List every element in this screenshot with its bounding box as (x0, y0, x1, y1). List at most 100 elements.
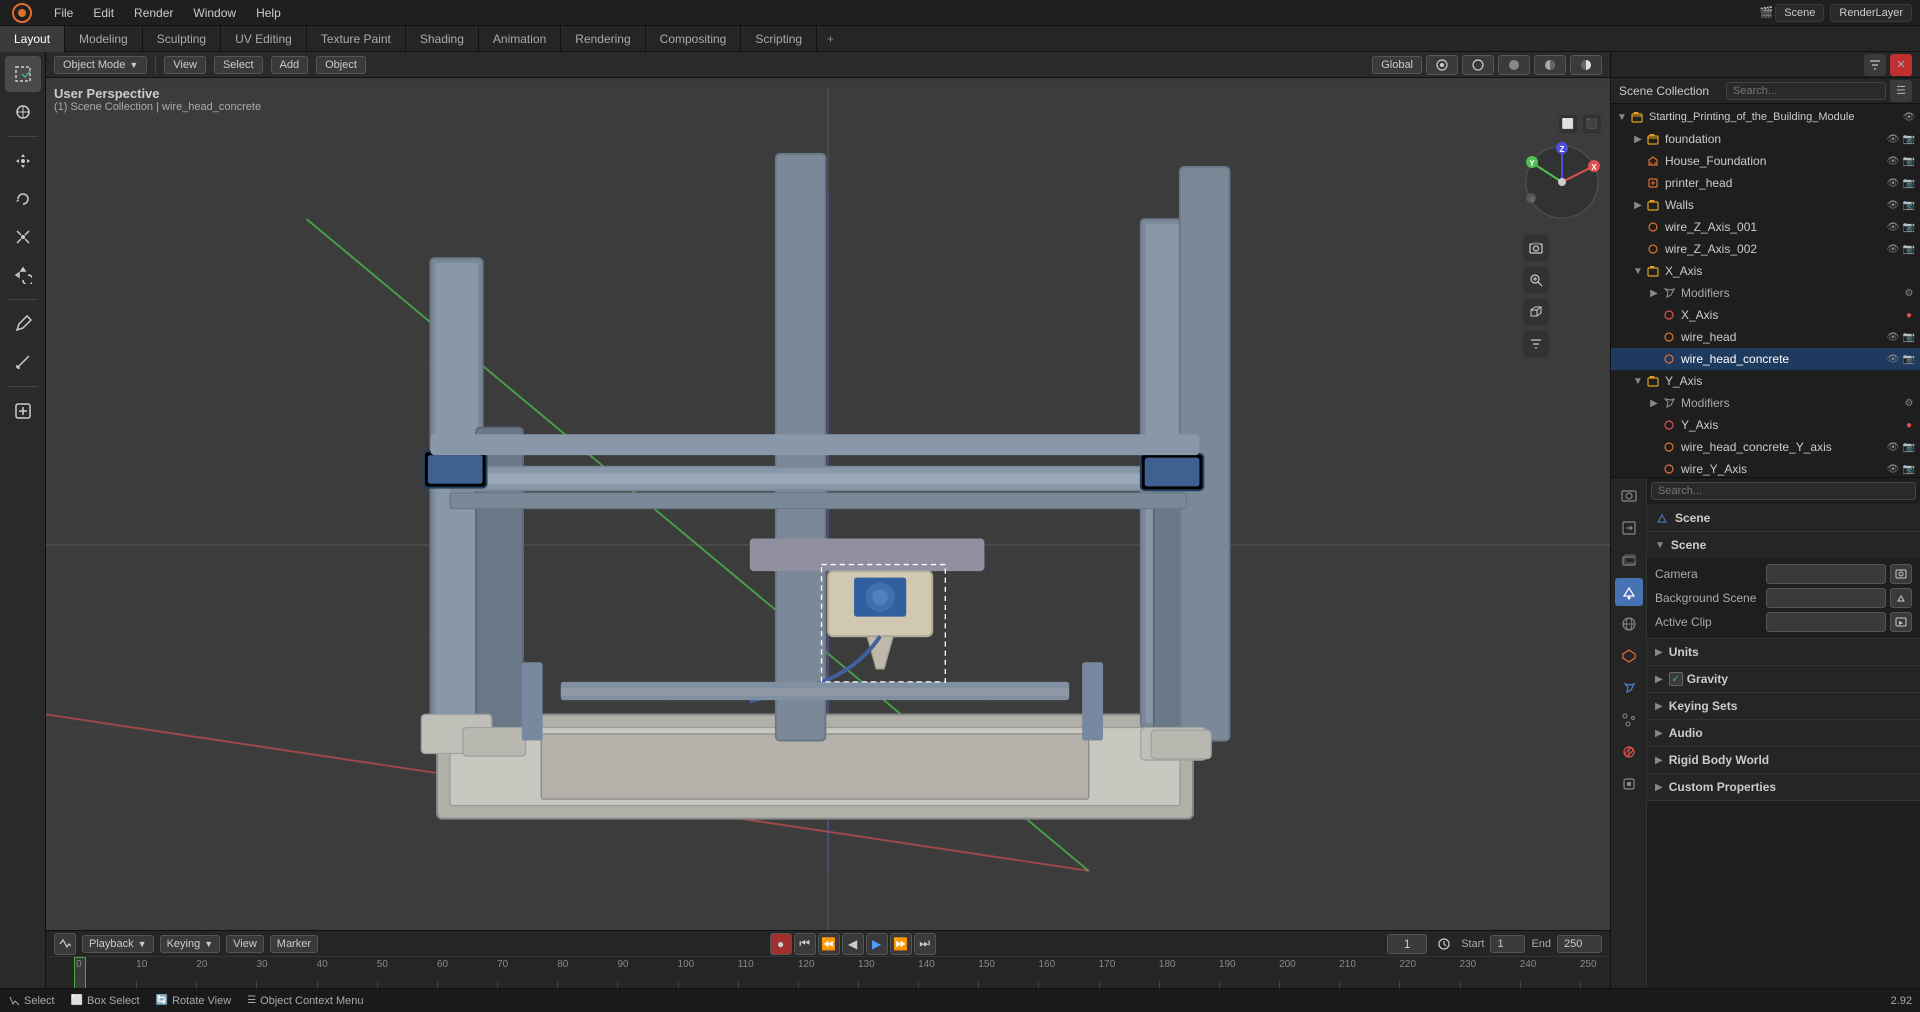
tab-scripting[interactable]: Scripting (741, 26, 817, 52)
view-dropdown[interactable]: View (226, 935, 264, 953)
eye-icon[interactable]: 👁 (1886, 154, 1900, 168)
outliner-close-icon[interactable]: ✕ (1890, 54, 1912, 76)
outliner-item-modifiers-y[interactable]: ▶ Modifiers ⚙ (1611, 392, 1920, 414)
status-box-select[interactable]: ⬜ Box Select (71, 995, 140, 1007)
object-mode-dropdown[interactable]: Object Mode ▼ (54, 56, 147, 74)
outliner-filter-icon[interactable] (1864, 54, 1886, 76)
camera-icon[interactable]: 📷 (1902, 242, 1916, 256)
keying-sets-section-header[interactable]: ▶ Keying Sets (1647, 693, 1920, 719)
outliner-item-printer-head[interactable]: ▶ printer_head 👁 📷 (1611, 172, 1920, 194)
camera-icon[interactable]: 📷 (1902, 330, 1916, 344)
eye-icon[interactable]: 👁 (1886, 462, 1900, 476)
add-workspace-button[interactable]: + (817, 32, 844, 46)
tab-uv-editing[interactable]: UV Editing (221, 26, 307, 52)
outliner-item-wire-z-002[interactable]: ▶ wire_Z_Axis_002 👁 📷 (1611, 238, 1920, 260)
circle-icon[interactable]: ● (1902, 308, 1916, 322)
units-section-header[interactable]: ▶ Units (1647, 639, 1920, 665)
outliner-item-wire-head[interactable]: ▶ wire_head 👁 📷 (1611, 326, 1920, 348)
jump-start-button[interactable]: ⏮ (794, 933, 816, 955)
eye-icon[interactable]: 👁 (1886, 440, 1900, 454)
shading-render[interactable] (1570, 55, 1602, 75)
tab-modeling[interactable]: Modeling (65, 26, 143, 52)
tab-compositing[interactable]: Compositing (646, 26, 742, 52)
shading-solid[interactable] (1498, 55, 1530, 75)
start-frame[interactable] (1490, 935, 1525, 953)
active-clip-picker-icon[interactable] (1890, 612, 1912, 632)
eye-icon[interactable]: 👁 (1886, 198, 1900, 212)
menu-file[interactable]: File (44, 0, 83, 26)
tool-scale[interactable] (5, 219, 41, 255)
tab-rendering[interactable]: Rendering (561, 26, 645, 52)
camera-field[interactable] (1766, 564, 1886, 584)
outliner-item-modifiers-x[interactable]: ▶ Modifiers ⚙ (1611, 282, 1920, 304)
view-filter-icon[interactable] (1522, 330, 1550, 358)
end-frame[interactable] (1557, 935, 1602, 953)
menu-help[interactable]: Help (246, 0, 291, 26)
outliner-item-y-axis-obj[interactable]: ▶ Y_Axis ● (1611, 414, 1920, 436)
play-button[interactable]: ▶ (866, 933, 888, 955)
proportional-btn[interactable] (1462, 55, 1494, 75)
settings-icon[interactable]: ⚙ (1902, 286, 1916, 300)
scene-name[interactable]: Scene (1775, 4, 1824, 22)
menu-render[interactable]: Render (124, 0, 183, 26)
active-clip-field[interactable] (1766, 612, 1886, 632)
tool-measure[interactable] (5, 344, 41, 380)
eye-icon[interactable]: 👁 (1886, 242, 1900, 256)
custom-properties-section-header[interactable]: ▶ Custom Properties (1647, 774, 1920, 800)
select-menu[interactable]: Select (214, 56, 263, 74)
outliner-item-house-foundation[interactable]: ▶ House_Foundation 👁 📷 (1611, 150, 1920, 172)
tool-cursor[interactable] (5, 94, 41, 130)
camera-icon[interactable]: 📷 (1902, 198, 1916, 212)
circle-icon[interactable]: ● (1902, 418, 1916, 432)
props-physics-icon[interactable] (1615, 738, 1643, 766)
bg-scene-picker-icon[interactable] (1890, 588, 1912, 608)
outliner-item-x-axis[interactable]: ▼ X_Axis (1611, 260, 1920, 282)
props-particles-icon[interactable] (1615, 706, 1643, 734)
camera-icon[interactable]: 📷 (1902, 462, 1916, 476)
tool-move[interactable] (5, 143, 41, 179)
props-scene-icon[interactable] (1615, 578, 1643, 606)
eye-icon[interactable]: 👁 (1886, 330, 1900, 344)
outliner-item-walls[interactable]: ▶ Walls 👁 📷 (1611, 194, 1920, 216)
camera-icon[interactable]: 📷 (1902, 352, 1916, 366)
props-render-icon[interactable] (1615, 482, 1643, 510)
props-constraints-icon[interactable] (1615, 770, 1643, 798)
timeline-mode-icon[interactable] (54, 933, 76, 955)
outliner-options[interactable]: ☰ (1890, 80, 1912, 102)
props-modifier-icon[interactable] (1615, 674, 1643, 702)
marker-dropdown[interactable]: Marker (270, 935, 318, 953)
playback-dropdown[interactable]: Playback ▼ (82, 935, 154, 953)
eye-icon[interactable]: 👁 (1886, 132, 1900, 146)
view-zoom-in-icon[interactable] (1522, 266, 1550, 294)
tool-rotate[interactable] (5, 181, 41, 217)
props-world-icon[interactable] (1615, 610, 1643, 638)
object-menu[interactable]: Object (316, 56, 366, 74)
tool-add[interactable] (5, 393, 41, 429)
eye-icon[interactable]: 👁 (1902, 110, 1916, 124)
status-object-context-menu[interactable]: ☰ Object Context Menu (247, 995, 363, 1007)
outliner-item-foundation[interactable]: ▶ foundation 👁 📷 (1611, 128, 1920, 150)
props-object-icon[interactable] (1615, 642, 1643, 670)
tool-annotate[interactable] (5, 306, 41, 342)
jump-end-button[interactable]: ⏭ (914, 933, 936, 955)
step-back-button[interactable]: ⏪ (818, 933, 840, 955)
snap-btn[interactable] (1426, 55, 1458, 75)
bg-scene-field[interactable] (1766, 588, 1886, 608)
tool-transform[interactable] (5, 257, 41, 293)
play-reverse-button[interactable]: ◀ (842, 933, 864, 955)
add-menu[interactable]: Add (271, 56, 309, 74)
record-button[interactable]: ● (770, 933, 792, 955)
gravity-checkbox[interactable]: ✓ (1669, 672, 1683, 686)
audio-section-header[interactable]: ▶ Audio (1647, 720, 1920, 746)
properties-search-input[interactable] (1651, 482, 1916, 500)
outliner-item-wire-y-axis[interactable]: ▶ wire_Y_Axis 👁 📷 (1611, 458, 1920, 477)
outliner-item-y-axis[interactable]: ▼ Y_Axis (1611, 370, 1920, 392)
viewport-canvas[interactable]: User Perspective (1) Scene Collection | … (46, 78, 1610, 1012)
view-perspective-icon[interactable] (1522, 298, 1550, 326)
tab-sculpting[interactable]: Sculpting (143, 26, 221, 52)
step-forward-button[interactable]: ⏩ (890, 933, 912, 955)
eye-icon[interactable]: 👁 (1886, 220, 1900, 234)
rigid-body-section-header[interactable]: ▶ Rigid Body World (1647, 747, 1920, 773)
tab-texture-paint[interactable]: Texture Paint (307, 26, 406, 52)
scene-section-header[interactable]: ▼ Scene (1647, 532, 1920, 558)
